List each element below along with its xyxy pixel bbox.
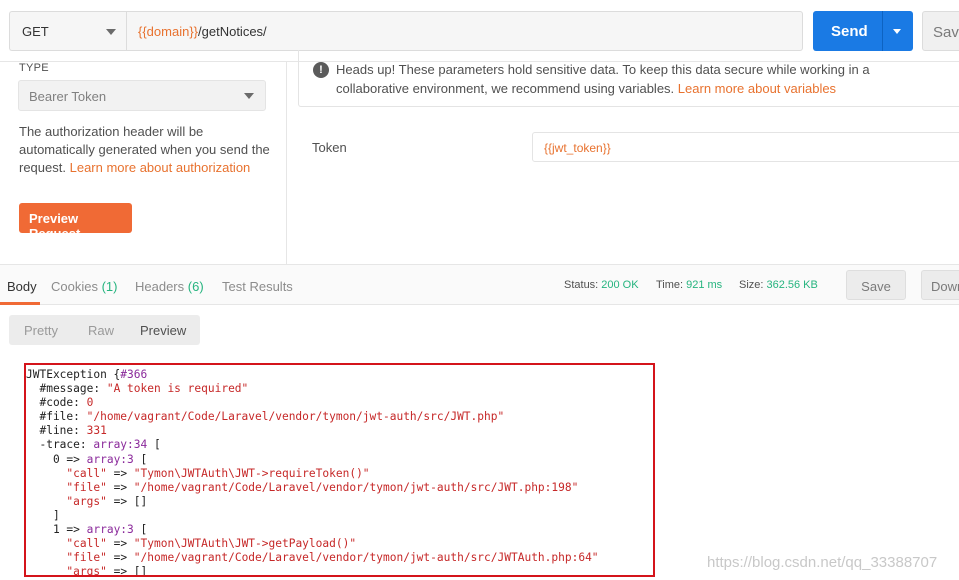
view-preview[interactable]: Preview [140,323,186,338]
size-readout: Size: 362.56 KB [739,279,818,291]
token-label: Token [312,140,347,155]
body-line: "file" => "/home/vagrant/Code/Laravel/ve… [66,480,579,494]
url-variable: {{domain}} [138,24,199,39]
tab-headers-label: Headers [135,279,185,294]
download-button[interactable]: Download [921,270,959,300]
preview-request-button[interactable]: Preview Request [19,203,132,241]
warning-text: Heads up! These parameters hold sensitiv… [336,60,946,98]
status-readout: Status: 200 OK [564,279,639,291]
size-value: 362.56 KB [766,279,818,291]
body-line: "call" => "Tymon\JWTAuth\JWT->requireTok… [66,466,370,480]
sensitive-data-warning: ! Heads up! These parameters hold sensit… [298,50,959,107]
response-body-code: JWTException {#366 #message: "A token is… [26,368,599,577]
body-line: #code: 0 [26,396,94,410]
chevron-down-icon [244,93,254,99]
body-line: #message: "A token is required" [26,382,249,396]
send-options-chevron-icon[interactable] [893,29,901,34]
learn-more-variables-link[interactable]: Learn more about variables [678,81,836,96]
tab-body-label: Body [7,279,37,294]
body-line: "call" => "Tymon\JWTAuth\JWT->getPayload… [66,537,357,551]
response-preview: JWTException {#366 #message: "A token is… [24,363,655,577]
learn-more-authorization-link[interactable]: Learn more about authorization [70,160,251,175]
send-button[interactable]: Send [813,11,913,51]
url-input[interactable]: {{domain}}/getNotices/ [126,11,803,51]
url-path: /getNotices/ [198,24,267,39]
method-select[interactable]: GET [9,11,126,51]
tab-headers-count: (6) [187,279,204,294]
response-toolbar: Body Cookies (1) Headers (6) Test Result… [0,264,959,305]
tab-cookies[interactable]: Cookies (1) [51,279,117,294]
save-response-button[interactable]: Save [846,270,906,300]
send-label: Send [831,23,868,40]
tab-cookies-label: Cookies [51,279,98,294]
body-line: "args" => [] [66,565,148,577]
body-line: JWTException {#366 [26,368,148,381]
auth-type-select[interactable]: Bearer Token [18,80,266,111]
token-input[interactable]: {{jwt_token}} [532,132,959,162]
time-value: 921 ms [686,279,723,291]
size-label: Size: [739,279,764,291]
tab-body[interactable]: Body [7,279,37,294]
tab-test-results-label: Test Results [222,279,293,294]
status-label: Status: [564,279,599,291]
tab-headers[interactable]: Headers (6) [135,279,204,294]
view-pretty[interactable]: Pretty [24,323,58,338]
active-tab-indicator [0,302,40,305]
body-line: -trace: array:34 [ [26,438,161,452]
time-readout: Time: 921 ms [656,279,722,291]
body-line: 0 => array:3 [ [26,452,148,466]
save-request-button[interactable]: Save [922,11,959,51]
status-value: 200 OK [601,279,639,291]
auth-type-value: Bearer Token [29,89,107,104]
body-line: "file" => "/home/vagrant/Code/Laravel/ve… [66,551,599,565]
type-label: TYPE [19,62,49,74]
body-line: "args" => [] [66,494,148,508]
body-line: 1 => array:3 [ [26,523,148,537]
auth-description: The authorization header will be automat… [19,123,274,177]
body-view-toggle: Pretty Raw Preview [9,315,200,345]
send-divider [882,11,883,51]
method-value: GET [22,24,49,39]
watermark: https://blog.csdn.net/qq_33388707 [707,554,938,571]
view-raw[interactable]: Raw [88,323,114,338]
time-label: Time: [656,279,684,291]
alert-icon: ! [313,62,329,78]
tab-cookies-count: (1) [101,279,118,294]
body-line: ] [26,508,60,522]
tab-test-results[interactable]: Test Results [222,279,293,294]
body-line: #line: 331 [26,424,107,438]
chevron-down-icon [106,29,116,35]
body-line: #file: "/home/vagrant/Code/Laravel/vendo… [26,410,505,424]
auth-type-panel: TYPE Bearer Token The authorization head… [0,62,287,264]
